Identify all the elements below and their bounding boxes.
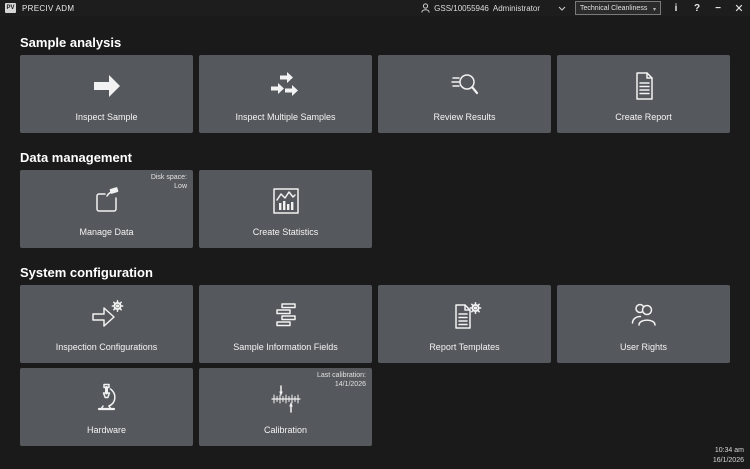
clock-date: 16/1/2026 [713, 456, 744, 466]
user-menu[interactable]: GSS/10055946 Administrator [421, 3, 566, 13]
tile-create-report[interactable]: Create Report [557, 55, 730, 133]
tile-label: User Rights [557, 342, 730, 352]
tile-label: Inspection Configurations [20, 342, 193, 352]
user-id: GSS/10055946 [434, 4, 489, 13]
tile-label: Inspect Sample [20, 112, 193, 122]
tile-label: Create Statistics [199, 227, 372, 237]
statistics-chart-icon [199, 183, 372, 219]
multi-arrows-icon [199, 68, 372, 104]
section-title-system-configuration: System configuration [20, 248, 730, 280]
tile-label: Inspect Multiple Samples [199, 112, 372, 122]
minimize-button[interactable]: − [712, 3, 724, 14]
clock-time: 10:34 am [713, 446, 744, 456]
clock: 10:34 am 16/1/2026 [713, 446, 744, 466]
app-logo-icon: PV [5, 3, 16, 13]
user-role: Administrator [493, 4, 540, 13]
tile-label: Review Results [378, 112, 551, 122]
form-fields-icon [199, 298, 372, 334]
dropdown-arrow-icon: ▾ [653, 6, 656, 14]
microscope-icon [20, 381, 193, 417]
close-button[interactable]: ✕ [733, 2, 745, 15]
tile-hardware[interactable]: Hardware [20, 368, 193, 446]
tile-label: Report Templates [378, 342, 551, 352]
tile-inspect-sample[interactable]: Inspect Sample [20, 55, 193, 133]
tile-create-statistics[interactable]: Create Statistics [199, 170, 372, 248]
titlebar: PV PRECIV ADM GSS/10055946 Administrator… [0, 0, 750, 16]
tile-user-rights[interactable]: User Rights [557, 285, 730, 363]
tile-review-results[interactable]: Review Results [378, 55, 551, 133]
calibration-scale-icon [199, 381, 372, 417]
tile-report-templates[interactable]: Report Templates [378, 285, 551, 363]
tile-inspection-configurations[interactable]: Inspection Configurations [20, 285, 193, 363]
arrow-right-icon [20, 68, 193, 104]
search-results-icon [378, 68, 551, 104]
tile-label: Manage Data [20, 227, 193, 237]
tile-calibration[interactable]: Last calibration: 14/1/2026 [199, 368, 372, 446]
tile-label: Calibration [199, 425, 372, 435]
chevron-down-icon [558, 6, 566, 11]
section-title-sample-analysis: Sample analysis [20, 16, 730, 50]
user-icon [421, 3, 430, 13]
tile-manage-data[interactable]: Disk space: Low Manage Data [20, 170, 193, 248]
sample-analysis-grid: Inspect Sample Inspect Multiple Samples [20, 55, 730, 133]
users-icon [557, 298, 730, 334]
mode-dropdown-value: Technical Cleanliness [580, 5, 647, 12]
system-configuration-grid: Inspection Configurations Sample Informa… [20, 285, 730, 446]
tile-label: Sample Information Fields [199, 342, 372, 352]
help-button[interactable]: ? [691, 3, 703, 14]
tile-inspect-multiple-samples[interactable]: Inspect Multiple Samples [199, 55, 372, 133]
section-title-data-management: Data management [20, 133, 730, 165]
info-button[interactable]: i [670, 3, 682, 14]
tile-label: Hardware [20, 425, 193, 435]
drag-hand-icon [20, 183, 193, 219]
mode-dropdown[interactable]: Technical Cleanliness ▾ [575, 1, 661, 15]
arrow-gear-icon [20, 298, 193, 334]
tile-sample-information-fields[interactable]: Sample Information Fields [199, 285, 372, 363]
app-title: PRECIV ADM [22, 4, 74, 13]
document-gear-icon [378, 298, 551, 334]
report-document-icon [557, 68, 730, 104]
tile-label: Create Report [557, 112, 730, 122]
data-management-grid: Disk space: Low Manage Data [20, 170, 730, 248]
